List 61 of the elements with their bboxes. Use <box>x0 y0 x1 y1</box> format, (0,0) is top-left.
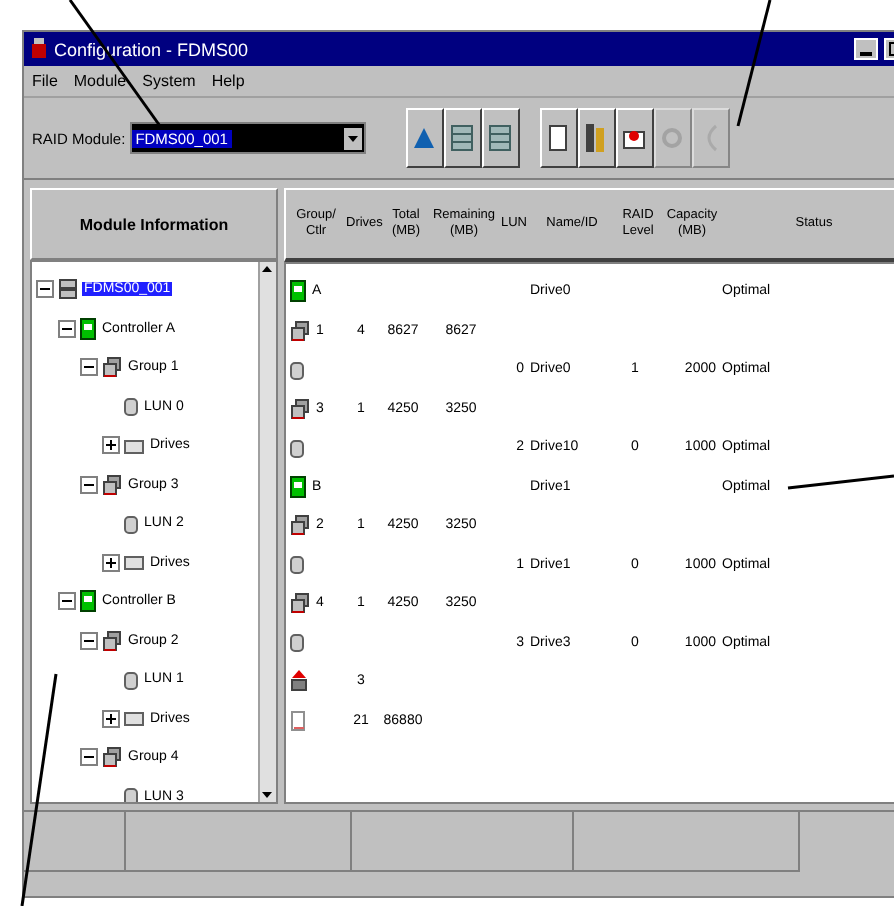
leader-line <box>736 0 772 127</box>
toolbar-button[interactable] <box>481 108 520 168</box>
window-title: Configuration - FDMS00 <box>54 39 251 59</box>
gear-icon <box>660 124 685 152</box>
controller-icon <box>80 317 96 340</box>
toolbar-button[interactable] <box>539 108 578 168</box>
drive-stack-icon <box>290 319 310 342</box>
drive-stack-icon <box>102 473 122 496</box>
toolbar-button[interactable] <box>577 108 616 168</box>
collapse-icon[interactable] <box>80 631 98 650</box>
scroll-up-icon[interactable] <box>260 262 274 276</box>
cylinder-icon <box>124 786 138 802</box>
page-icon <box>548 124 569 152</box>
cylinder-icon <box>124 396 138 417</box>
drive-stack-icon <box>102 356 122 379</box>
collapse-icon[interactable] <box>58 319 76 338</box>
folder-icon <box>124 437 144 454</box>
folder-icon <box>124 554 144 571</box>
scroll-down-icon[interactable] <box>260 788 274 802</box>
expand-icon[interactable] <box>102 553 120 572</box>
menu-item[interactable]: Help <box>211 72 245 90</box>
bars-icon <box>584 122 609 154</box>
collapse-icon[interactable] <box>58 592 76 611</box>
drive-stack-icon <box>102 629 122 652</box>
cylinder-icon <box>290 554 304 575</box>
cylinder-icon <box>290 437 304 458</box>
controller-icon <box>290 475 306 498</box>
controller-icon <box>290 280 306 303</box>
drive-stack-icon <box>290 514 310 537</box>
storage-icon <box>58 278 78 301</box>
column-header: Module Information <box>30 188 278 260</box>
app-icon <box>30 38 48 60</box>
scrollbar[interactable] <box>258 262 276 802</box>
unassigned-drive-icon <box>290 709 308 732</box>
cylinder-icon <box>290 632 304 653</box>
collapse-icon[interactable] <box>36 280 54 299</box>
folder-icon <box>124 710 144 727</box>
cylinder-icon <box>124 513 138 534</box>
menu-item[interactable]: File <box>32 72 58 90</box>
collapse-icon[interactable] <box>80 475 98 494</box>
drive-stack-icon <box>290 592 310 615</box>
toolbar-button[interactable] <box>443 108 482 168</box>
toolbar-button[interactable] <box>615 108 654 168</box>
controller-icon <box>80 590 96 613</box>
collapse-icon[interactable] <box>80 358 98 377</box>
toolbar-button[interactable] <box>405 108 444 168</box>
grid-icon <box>450 124 475 152</box>
menu-item[interactable]: System <box>142 72 196 90</box>
caret-icon <box>347 135 358 141</box>
drive-stack-icon <box>102 746 122 769</box>
cylinder-icon <box>124 669 138 690</box>
cylinder-icon <box>290 359 304 380</box>
expand-icon[interactable] <box>102 436 120 455</box>
menu-item[interactable]: Module <box>73 72 127 90</box>
collapse-icon[interactable] <box>80 748 98 767</box>
leader-line <box>787 474 894 490</box>
grid-icon <box>488 124 513 152</box>
drive-stack-icon <box>290 397 310 420</box>
minimize-icon[interactable] <box>854 38 878 60</box>
expand-icon[interactable] <box>102 709 120 728</box>
spare-drive-icon <box>290 670 308 693</box>
